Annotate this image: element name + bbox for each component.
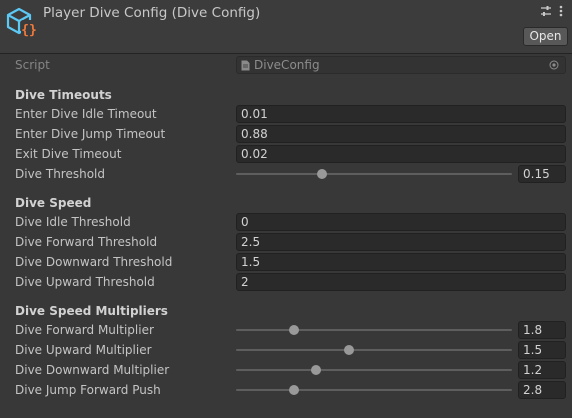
section-header-dive-speed-multipliers: Dive Speed Multipliers <box>15 304 168 318</box>
dive-upward-multiplier-slider-thumb[interactable] <box>344 345 355 355</box>
enter-dive-idle-timeout-row: Enter Dive Idle Timeout 0.01 <box>0 104 572 124</box>
dive-threshold-value-input[interactable]: 0.15 <box>518 165 566 183</box>
object-picker-icon[interactable] <box>549 60 559 70</box>
dive-jump-forward-push-slider-thumb[interactable] <box>288 385 299 395</box>
field-label: Dive Upward Multiplier <box>15 343 152 357</box>
dive-idle-threshold-row: Dive Idle Threshold 0 <box>0 212 572 232</box>
dive-jump-forward-push-row: Dive Jump Forward Push 2.8 <box>0 380 572 400</box>
script-label: Script <box>15 58 50 72</box>
script-object-field[interactable]: DiveConfig <box>236 56 566 74</box>
dive-downward-multiplier-slider-track[interactable] <box>236 369 512 371</box>
dive-upward-threshold-input[interactable]: 2 <box>236 273 566 291</box>
exit-dive-timeout-row: Exit Dive Timeout 0.02 <box>0 144 572 164</box>
inspector-header: {} Player Dive Config (Dive Config) Open <box>0 0 572 54</box>
field-label: Dive Idle Threshold <box>15 215 131 229</box>
dive-forward-threshold-input[interactable]: 2.5 <box>236 233 566 251</box>
enter-dive-idle-timeout-input[interactable]: 0.01 <box>236 105 566 123</box>
exit-dive-timeout-input[interactable]: 0.02 <box>236 145 566 163</box>
dive-upward-multiplier-slider-track[interactable] <box>236 349 512 351</box>
dive-downward-multiplier-row: Dive Downward Multiplier 1.2 <box>0 360 572 380</box>
dive-forward-multiplier-row: Dive Forward Multiplier 1.8 <box>0 320 572 340</box>
dive-jump-forward-push-slider-track[interactable] <box>236 389 512 391</box>
inspector-title: Player Dive Config (Dive Config) <box>43 5 261 21</box>
dive-threshold-slider-track[interactable] <box>236 173 512 175</box>
field-label: Enter Dive Jump Timeout <box>15 127 166 141</box>
dive-downward-multiplier-value-input[interactable]: 1.2 <box>518 361 566 379</box>
dive-upward-multiplier-row: Dive Upward Multiplier 1.5 <box>0 340 572 360</box>
script-row: Script DiveConfig <box>0 55 572 75</box>
field-label: Dive Downward Threshold <box>15 255 173 269</box>
dive-threshold-row: Dive Threshold 0.15 <box>0 164 572 184</box>
dive-idle-threshold-input[interactable]: 0 <box>236 213 566 231</box>
field-label: Dive Upward Threshold <box>15 275 155 289</box>
field-label: Exit Dive Timeout <box>15 147 122 161</box>
dive-upward-multiplier-value-input[interactable]: 1.5 <box>518 341 566 359</box>
dive-threshold-slider-thumb[interactable] <box>316 169 327 179</box>
kebab-menu-icon[interactable] <box>554 4 568 18</box>
dive-forward-multiplier-slider-track[interactable] <box>236 329 512 331</box>
dive-forward-threshold-row: Dive Forward Threshold 2.5 <box>0 232 572 252</box>
enter-dive-jump-timeout-row: Enter Dive Jump Timeout 0.88 <box>0 124 572 144</box>
dive-downward-multiplier-slider-thumb[interactable] <box>311 365 322 375</box>
script-file-icon <box>241 60 250 71</box>
field-label: Dive Forward Multiplier <box>15 323 154 337</box>
sliders-settings-icon[interactable] <box>539 4 553 18</box>
dive-upward-threshold-row: Dive Upward Threshold 2 <box>0 272 572 292</box>
dive-jump-forward-push-value-input[interactable]: 2.8 <box>518 381 566 399</box>
scriptable-object-icon: {} <box>6 7 37 38</box>
dive-downward-threshold-row: Dive Downward Threshold 1.5 <box>0 252 572 272</box>
field-label: Dive Jump Forward Push <box>15 383 161 397</box>
field-label: Dive Downward Multiplier <box>15 363 170 377</box>
enter-dive-jump-timeout-input[interactable]: 0.88 <box>236 125 566 143</box>
svg-text:{}: {} <box>21 23 37 38</box>
field-label: Dive Threshold <box>15 167 106 181</box>
section-header-dive-speed: Dive Speed <box>15 196 92 210</box>
script-value: DiveConfig <box>254 58 320 72</box>
dive-downward-threshold-input[interactable]: 1.5 <box>236 253 566 271</box>
open-button[interactable]: Open <box>523 27 568 46</box>
field-label: Enter Dive Idle Timeout <box>15 107 157 121</box>
section-header-dive-timeouts: Dive Timeouts <box>15 88 112 102</box>
dive-forward-multiplier-value-input[interactable]: 1.8 <box>518 321 566 339</box>
field-label: Dive Forward Threshold <box>15 235 158 249</box>
dive-forward-multiplier-slider-thumb[interactable] <box>288 325 299 335</box>
